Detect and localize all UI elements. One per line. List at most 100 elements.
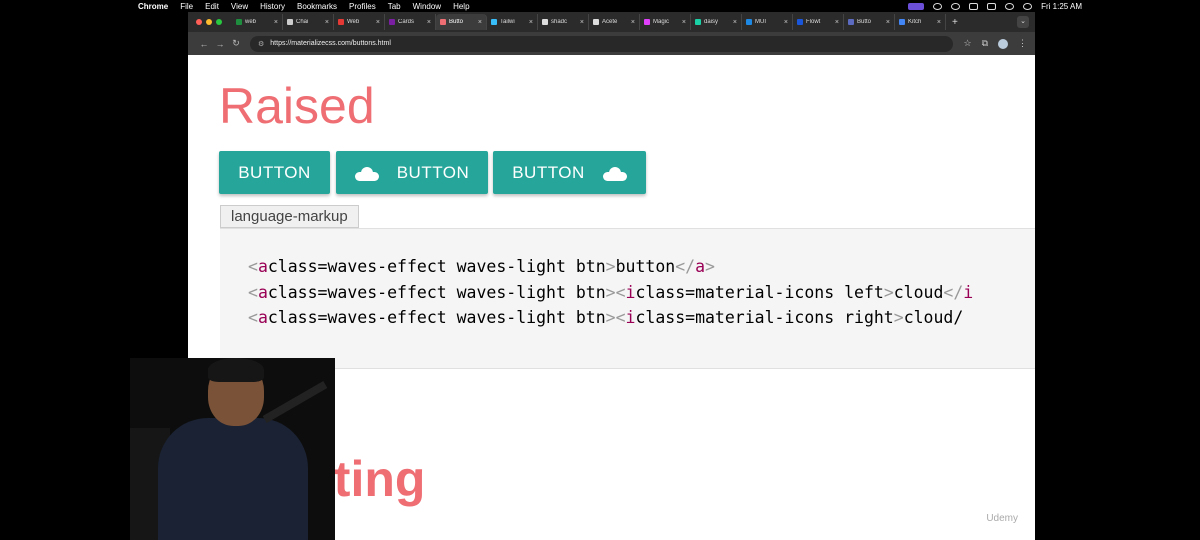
browser-tab[interactable]: Kitch × (895, 14, 946, 30)
browser-tab[interactable]: MUI × (742, 14, 793, 30)
back-arrow-icon[interactable]: ← (196, 39, 212, 49)
menu-profiles[interactable]: Profiles (349, 2, 376, 11)
tab-close-icon[interactable]: × (682, 19, 686, 26)
menu-file[interactable]: File (180, 2, 193, 11)
webcam-overlay (130, 358, 335, 540)
button-label: BUTTON (512, 162, 585, 182)
wifi-icon[interactable] (1005, 2, 1015, 10)
site-info-icon[interactable]: ⚙ (258, 40, 264, 48)
code-content[interactable]: <aclass=waves-effect waves-light btn>but… (248, 254, 973, 331)
tab-favicon-icon (746, 19, 752, 25)
browser-tab[interactable]: Web × (334, 14, 385, 30)
new-tab-icon[interactable]: + (952, 17, 958, 28)
tab-title: shadc (551, 19, 568, 25)
maximize-window-button[interactable] (216, 19, 222, 25)
tab-title: Kitch (908, 19, 922, 25)
close-window-button[interactable] (196, 19, 202, 25)
menu-bar-clock[interactable]: Fri 1:25 AM (1041, 2, 1082, 11)
tab-close-icon[interactable]: × (835, 19, 839, 26)
tab-close-icon[interactable]: × (529, 19, 533, 26)
tab-close-icon[interactable]: × (733, 19, 737, 26)
tab-title: Butto (449, 19, 464, 25)
browser-tab[interactable]: Chai × (283, 14, 334, 30)
menu-view[interactable]: View (231, 2, 248, 11)
menu-window[interactable]: Window (413, 2, 441, 11)
tabs-list: web × Chai × Web × Cards × Butto × Tailwi × shadc × Ac… (232, 12, 946, 32)
bluetooth-icon[interactable] (969, 2, 979, 10)
profile-avatar[interactable] (998, 38, 1008, 49)
presenter-body (158, 418, 308, 540)
browser-tab[interactable]: Tailwi × (487, 14, 538, 30)
tab-favicon-icon (542, 19, 548, 25)
tab-title: Butto (857, 19, 872, 25)
code-line[interactable]: <aclass=waves-effect waves-light btn><ic… (248, 280, 973, 306)
tab-close-icon[interactable]: × (886, 19, 890, 26)
tab-favicon-icon (389, 19, 395, 25)
tab-close-icon[interactable]: × (274, 19, 278, 26)
tab-favicon-icon (695, 19, 701, 25)
presenter-hair (208, 358, 264, 382)
tab-close-icon[interactable]: × (478, 19, 482, 26)
tab-close-icon[interactable]: × (580, 19, 584, 26)
search-icon[interactable] (1023, 2, 1033, 10)
tab-close-icon[interactable]: × (937, 19, 941, 26)
menu-help[interactable]: Help (453, 2, 469, 11)
browser-tab[interactable]: shadc × (538, 14, 589, 30)
menu-bookmarks[interactable]: Bookmarks (297, 2, 337, 11)
menu-app-name[interactable]: Chrome (138, 2, 168, 11)
tab-close-icon[interactable]: × (376, 19, 380, 26)
code-language-tag: language-markup (220, 205, 359, 228)
browser-tab[interactable]: Magic × (640, 14, 691, 30)
reload-icon[interactable]: ↻ (228, 38, 244, 49)
tab-title: Web (347, 19, 360, 25)
tab-title: Acete (602, 19, 618, 25)
bookmark-star-icon[interactable]: ☆ (963, 38, 971, 49)
tab-favicon-icon (848, 19, 854, 25)
address-bar[interactable]: ⚙ https://materializecss.com/buttons.htm… (250, 35, 954, 52)
code-line[interactable]: <aclass=waves-effect waves-light btn><ic… (248, 305, 973, 331)
tab-close-icon[interactable]: × (427, 19, 431, 26)
browser-tab[interactable]: Acete × (589, 14, 640, 30)
record-icon[interactable] (933, 2, 943, 10)
window-controls (196, 19, 222, 25)
browser-tab[interactable]: Butto × (436, 14, 487, 30)
menu-history[interactable]: History (260, 2, 285, 11)
browser-tab[interactable]: web × (232, 14, 283, 30)
extensions-icon[interactable]: ⧉ (982, 38, 988, 49)
code-line[interactable]: <aclass=waves-effect waves-light btn>but… (248, 254, 973, 280)
tab-favicon-icon (236, 19, 242, 25)
button-label: BUTTON (396, 162, 470, 182)
browser-tab[interactable]: Flowt × (793, 14, 844, 30)
cloud-icon (354, 166, 379, 181)
raised-button-cloud-right[interactable]: BUTTON (493, 151, 646, 194)
forward-arrow-icon[interactable]: → (212, 39, 228, 49)
tab-close-icon[interactable]: × (325, 19, 329, 26)
minimize-window-button[interactable] (206, 19, 212, 25)
raised-button-cloud-left[interactable]: BUTTON (336, 151, 488, 194)
code-block[interactable]: <aclass=waves-effect waves-light btn>but… (220, 228, 1035, 369)
battery-icon[interactable] (987, 2, 997, 10)
tab-favicon-icon (440, 19, 446, 25)
url-text[interactable]: https://materializecss.com/buttons.html (270, 40, 391, 47)
button-label: BUTTON (238, 162, 311, 182)
tab-close-icon[interactable]: × (784, 19, 788, 26)
tab-close-icon[interactable]: × (631, 19, 635, 26)
raised-button-plain[interactable]: BUTTON (219, 151, 330, 194)
tab-search-chevron-icon[interactable]: ⌄ (1017, 16, 1029, 28)
menu-tab[interactable]: Tab (388, 2, 401, 11)
tab-favicon-icon (338, 19, 344, 25)
screen-share-icon[interactable] (908, 2, 925, 10)
menu-edit[interactable]: Edit (205, 2, 219, 11)
browser-tab[interactable]: Butto × (844, 14, 895, 30)
toolbar: ← → ↻ ⚙ https://materializecss.com/butto… (188, 32, 1035, 55)
tab-title: daisy (704, 19, 719, 25)
screen: Chrome File Edit View History Bookmarks … (0, 0, 1200, 540)
tab-title: Tailwi (500, 19, 515, 25)
browser-tab[interactable]: daisy × (691, 14, 742, 30)
media-icon[interactable] (951, 2, 961, 10)
tab-favicon-icon (287, 19, 293, 25)
tab-title: web (245, 19, 257, 25)
tab-favicon-icon (797, 19, 803, 25)
browser-tab[interactable]: Cards × (385, 14, 436, 30)
more-menu-icon[interactable]: ⋮ (1018, 38, 1027, 49)
